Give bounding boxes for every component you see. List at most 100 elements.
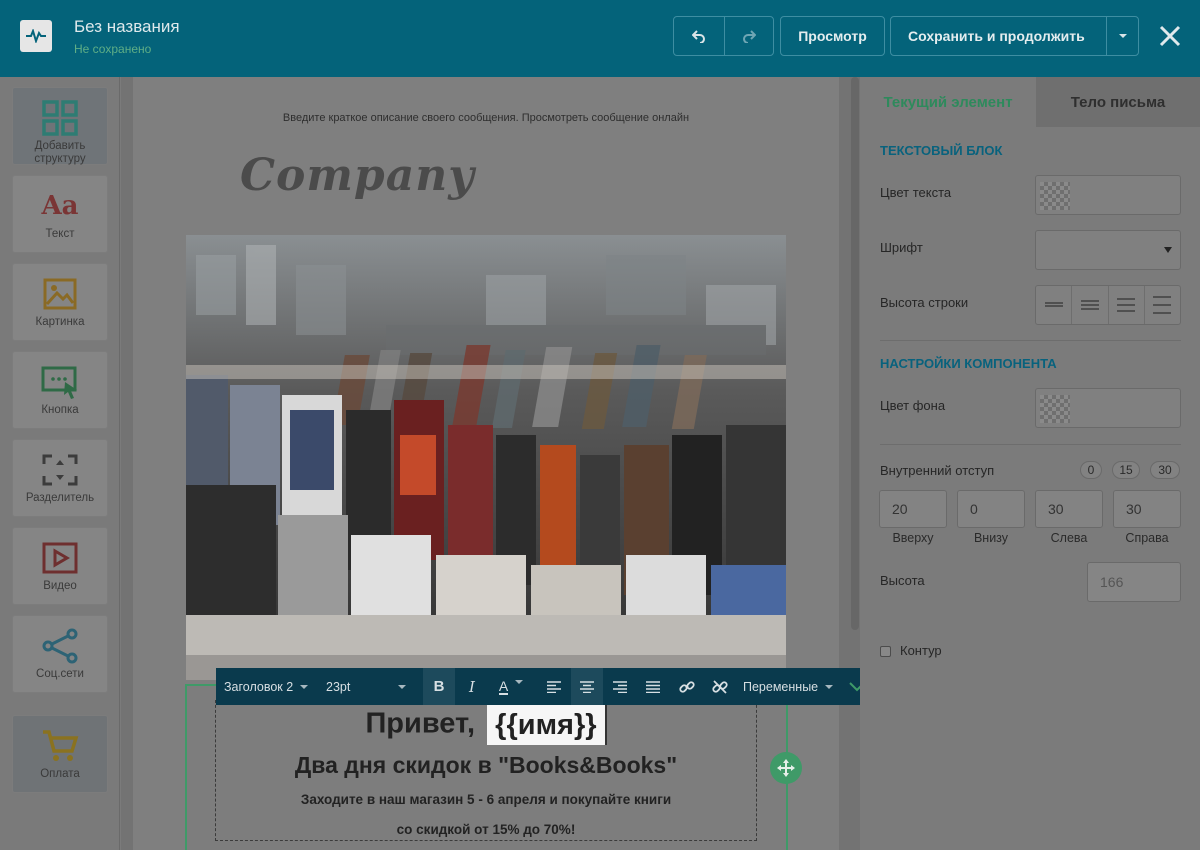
tool-video[interactable]: Видео (12, 527, 108, 605)
hero-image-books[interactable] (186, 235, 786, 680)
outline-checkbox[interactable] (880, 646, 891, 657)
line-height-relaxed[interactable] (1107, 286, 1144, 324)
grid-icon (40, 98, 80, 138)
preheader-text[interactable]: Введите краткое описание своего сообщени… (133, 112, 839, 124)
tool-text[interactable]: Aa Текст (12, 175, 108, 253)
padding-left-input[interactable]: 30 (1035, 490, 1103, 528)
italic-button[interactable]: I (456, 668, 488, 705)
padding-preset-0[interactable]: 0 (1080, 461, 1102, 479)
close-icon (1159, 25, 1181, 47)
bold-button[interactable]: B (423, 668, 455, 705)
remove-link-button[interactable] (704, 668, 736, 705)
undo-icon (691, 30, 705, 43)
line-height-normal[interactable] (1071, 286, 1107, 324)
greeting-heading[interactable]: Привет, {{имя}} (215, 705, 757, 745)
font-size-value: 23pt (326, 679, 351, 694)
chevron-down-icon (515, 679, 524, 684)
books-photo (186, 235, 786, 680)
divider (880, 444, 1181, 445)
line-height-compact[interactable] (1036, 286, 1071, 324)
line-height-2-icon (1080, 300, 1099, 310)
button-cursor-icon (40, 362, 80, 402)
text-color-picker[interactable] (1035, 175, 1181, 215)
move-icon (777, 759, 795, 777)
undo-button[interactable] (674, 17, 724, 55)
chevron-down-icon (1118, 34, 1127, 38)
promo-heading[interactable]: Два дня скидок в "Books&Books" (215, 752, 757, 779)
tool-payment[interactable]: Оплата (12, 715, 108, 793)
tool-label: Оплата (40, 768, 80, 780)
tool-label: Разделитель (25, 492, 95, 504)
transparent-swatch (1040, 395, 1070, 423)
align-center-button[interactable] (571, 668, 603, 705)
canvas-scrollbar[interactable] (851, 77, 859, 630)
tool-label: Кнопка (41, 404, 79, 416)
tool-image[interactable]: Картинка (12, 263, 108, 341)
tool-social[interactable]: Соц.сети (12, 615, 108, 693)
align-right-button[interactable] (604, 668, 636, 705)
close-button[interactable] (1158, 24, 1182, 48)
font-label: Шрифт (880, 240, 923, 255)
align-left-icon (547, 680, 561, 693)
font-size-dropdown[interactable]: 23pt (326, 668, 416, 705)
line-height-3-icon (1117, 298, 1136, 312)
redo-button[interactable] (723, 17, 774, 55)
text-color-icon: A (498, 677, 509, 695)
tab-current-element[interactable]: Текущий элемент (860, 77, 1036, 127)
promo-text-line-1[interactable]: Заходите в наш магазин 5 - 6 апреля и по… (215, 792, 757, 807)
height-input[interactable]: 166 (1087, 562, 1181, 602)
name-variable[interactable]: {{имя}} (487, 705, 607, 745)
bg-color-picker[interactable] (1035, 388, 1181, 428)
top-bar: Без названия Не сохранено Просмотр Сохра… (0, 0, 1200, 77)
tab-email-body[interactable]: Тело письма (1036, 77, 1200, 127)
text-aa-icon: Aa (41, 191, 79, 221)
image-icon (40, 274, 80, 314)
tool-label: Добавить структуру (34, 140, 86, 165)
properties-panel: Текущий элемент Тело письма ТЕКСТОВЫЙ БЛ… (860, 77, 1200, 850)
tool-button[interactable]: Кнопка (12, 351, 108, 429)
divider-icon (40, 450, 80, 490)
tool-label: Картинка (35, 316, 85, 328)
preview-button[interactable]: Просмотр (780, 16, 885, 56)
padding-bottom-input[interactable]: 0 (957, 490, 1025, 528)
padding-preset-15[interactable]: 15 (1112, 461, 1140, 479)
padding-right-input[interactable]: 30 (1113, 490, 1181, 528)
promo-text-line-2[interactable]: со скидкой от 15% до 70%! (215, 822, 757, 837)
bold-icon: B (433, 678, 445, 695)
align-left-button[interactable] (538, 668, 570, 705)
link-icon (679, 680, 695, 693)
tool-add-structure[interactable]: Добавить структуру (12, 87, 108, 165)
app-logo-icon (20, 20, 52, 52)
company-logo[interactable]: Company (240, 150, 475, 201)
font-select[interactable] (1035, 230, 1181, 270)
text-color-button[interactable]: A (489, 668, 533, 705)
variables-dropdown[interactable]: Переменные (743, 668, 835, 705)
save-options-dropdown[interactable] (1106, 17, 1138, 55)
line-height-4-icon (1153, 296, 1172, 314)
align-center-icon (580, 680, 594, 693)
video-icon (40, 538, 80, 578)
tool-label: Видео (43, 580, 77, 592)
tool-divider[interactable]: Разделитель (12, 439, 108, 517)
save-and-continue-button[interactable]: Сохранить и продолжить (890, 16, 1139, 56)
move-handle[interactable] (770, 752, 802, 784)
document-title[interactable]: Без названия (74, 17, 180, 37)
insert-link-button[interactable] (671, 668, 703, 705)
padding-right-label: Справа (1125, 531, 1169, 545)
save-button-label: Сохранить и продолжить (908, 28, 1085, 44)
justify-button[interactable] (637, 668, 669, 705)
chevron-down-icon (825, 684, 834, 689)
paragraph-style-value: Заголовок 2 (224, 679, 294, 694)
chevron-down-icon (398, 684, 407, 689)
line-height-label: Высота строки (880, 295, 969, 310)
variables-label: Переменные (743, 679, 819, 694)
transparent-swatch (1040, 182, 1070, 210)
paragraph-style-dropdown[interactable]: Заголовок 2 (224, 668, 316, 705)
padding-top-input[interactable]: 20 (879, 490, 947, 528)
tool-label: Соц.сети (36, 668, 84, 680)
line-height-loose[interactable] (1143, 286, 1180, 324)
save-status: Не сохранено (74, 42, 152, 56)
italic-icon: I (469, 677, 475, 696)
padding-preset-30[interactable]: 30 (1150, 461, 1180, 479)
unlink-icon (712, 679, 728, 694)
